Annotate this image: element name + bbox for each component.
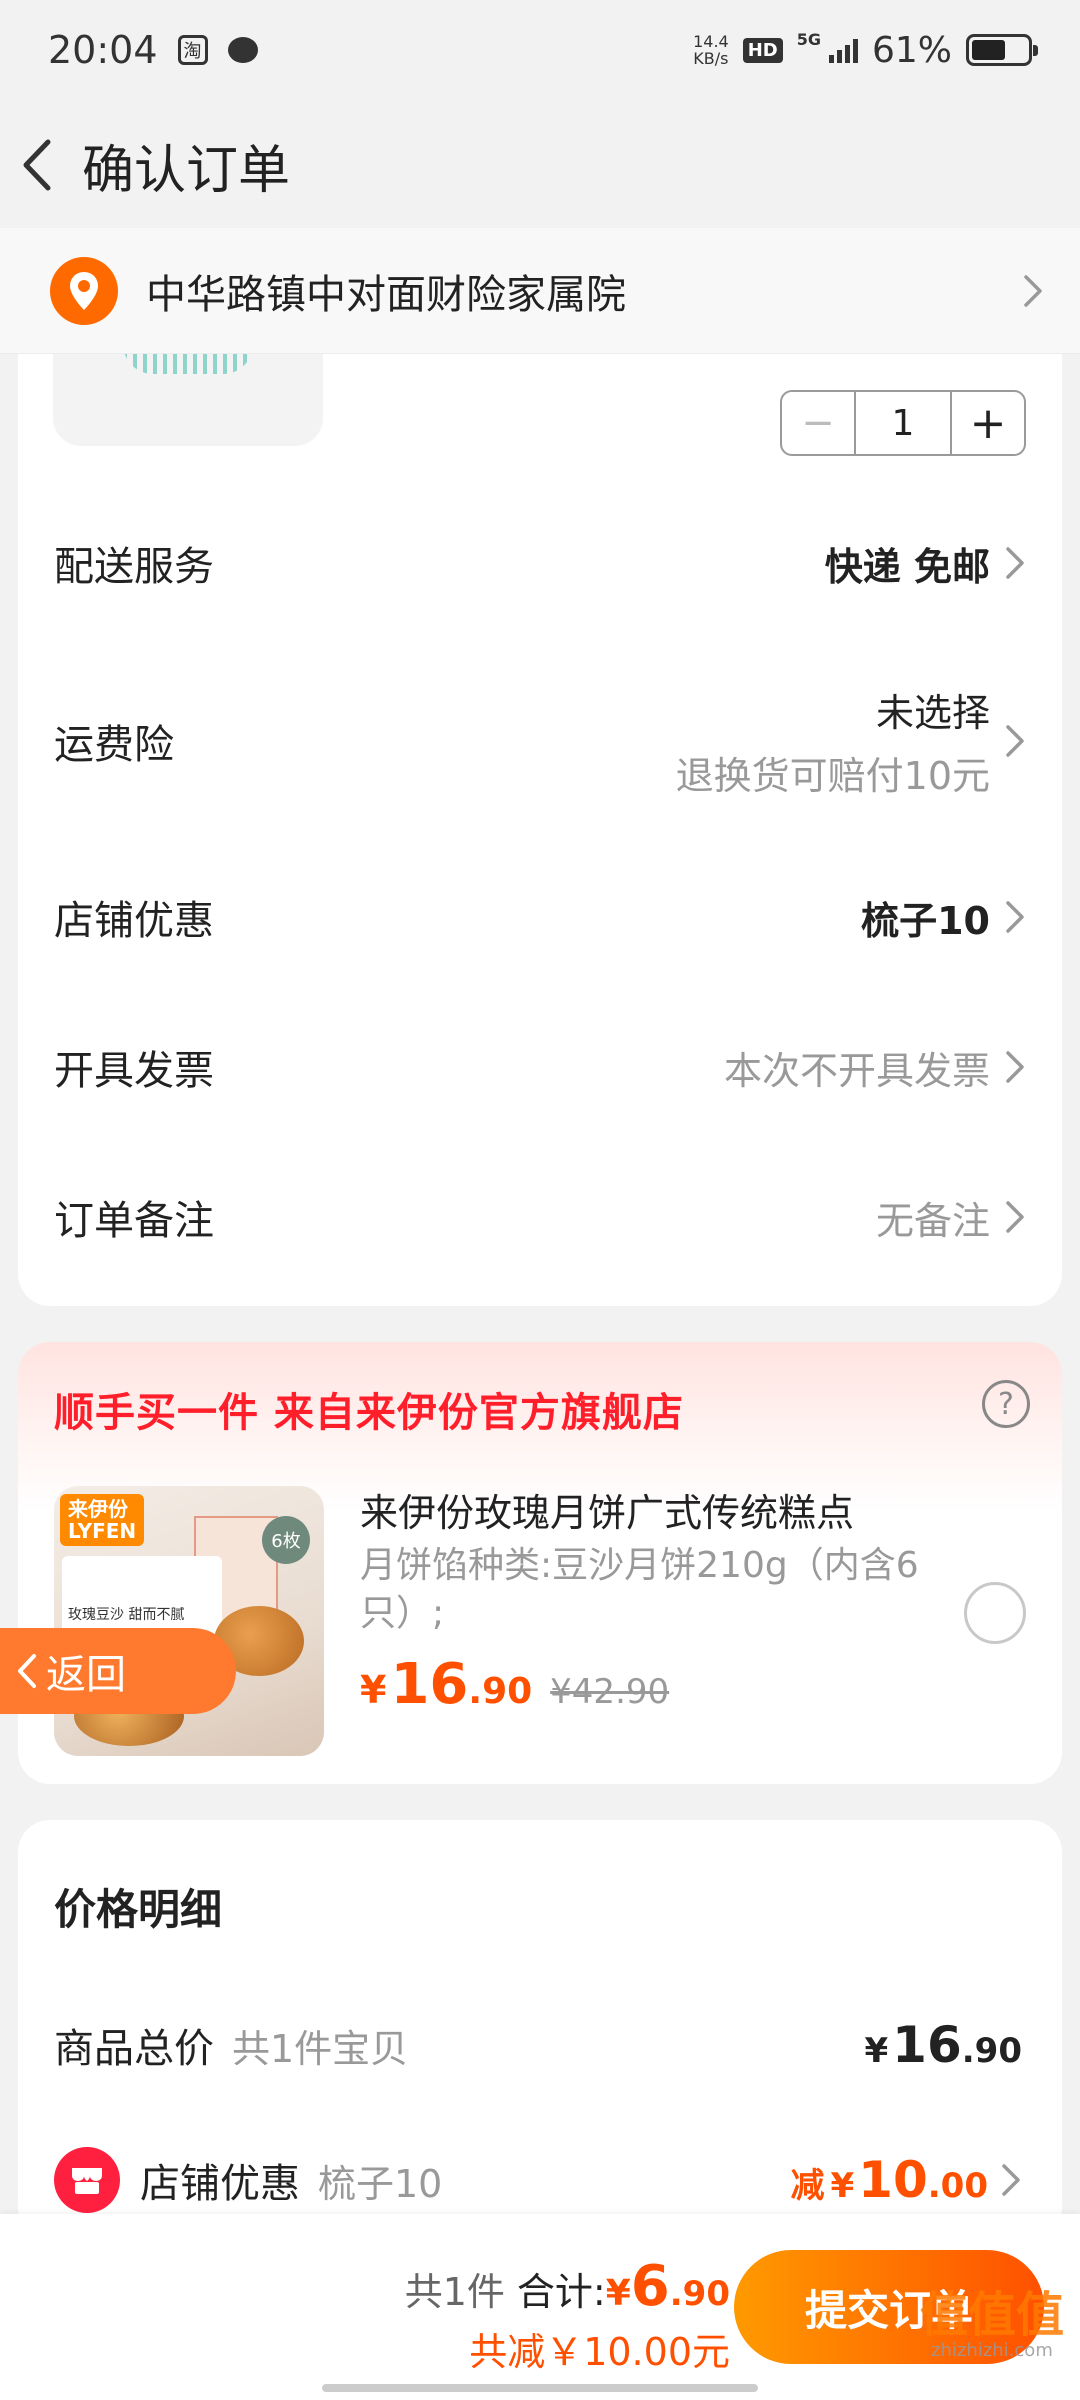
row-value: 本次不开具发票: [723, 1048, 990, 1093]
row-subtext: 退换货可赔付10元: [675, 754, 990, 798]
increase-button[interactable]: +: [952, 392, 1024, 454]
add-on-promo-card: 顺手买一件 来自来伊份官方旗舰店 ? 来伊份 LYFEN 玫瑰豆沙 甜而不腻 6…: [18, 1342, 1062, 1784]
watermark-text: 值值值: [919, 2287, 1064, 2343]
message-notification-icon: [227, 37, 258, 63]
address-text: 中华路镇中对面财险家属院: [146, 271, 626, 318]
count-badge: 6枚: [262, 1516, 310, 1564]
row-value: 快递 免邮: [824, 544, 990, 589]
amount-decimal: .00: [927, 2166, 988, 2206]
delivery-service-row[interactable]: 配送服务 快递 免邮: [54, 528, 1026, 598]
home-indicator[interactable]: [322, 2384, 758, 2392]
help-icon[interactable]: ?: [982, 1380, 1030, 1428]
goods-count: 共1件宝贝: [232, 2026, 409, 2071]
goods-total-amount: ¥ 16 .90: [865, 2016, 1023, 2074]
amount-decimal: .90: [961, 2031, 1022, 2071]
store-discount-row[interactable]: 店铺优惠 梳子10: [54, 882, 1026, 952]
promo-price: ¥ 16 .90 ¥42.90: [360, 1652, 669, 1717]
invoice-row[interactable]: 开具发票 本次不开具发票: [54, 1032, 1026, 1102]
watermark-logo: 值值值 zhizhizhi.com: [920, 2290, 1064, 2362]
price-decimal: .90: [468, 1671, 533, 1712]
order-summary: 共1件 合计: ¥ 6 .90 共减￥10.00元: [405, 2254, 730, 2376]
chevron-right-icon: [1002, 2164, 1020, 2196]
store-discount-detail-row[interactable]: 店铺优惠 梳子10 减 ¥ 10 .00: [54, 2142, 1022, 2218]
chevron-right-icon: [1006, 725, 1024, 757]
location-pin-icon: [50, 256, 118, 325]
row-label: 店铺优惠: [54, 898, 214, 944]
row-value: 未选择: [875, 691, 990, 735]
hd-icon: HD: [742, 37, 783, 63]
store-icon: [54, 2147, 120, 2213]
signal-icon: [828, 37, 858, 63]
item-count: 共1件: [404, 2270, 505, 2314]
status-time: 20:04: [48, 28, 158, 72]
store-discount-coupon: 梳子10: [318, 2161, 443, 2206]
quantity-value[interactable]: 1: [854, 392, 952, 454]
original-price: ¥42.90: [550, 1672, 670, 1712]
amount-integer: 16: [892, 2016, 962, 2074]
promo-product-name[interactable]: 来伊份玫瑰月饼广式传统糕点: [360, 1482, 854, 1537]
store-discount-label: 店铺优惠: [140, 2161, 300, 2207]
discount-prefix: 减: [790, 2166, 825, 2206]
add-on-select-radio[interactable]: [964, 1582, 1026, 1644]
currency-symbol: ¥: [360, 1668, 387, 1712]
row-label: 运费险: [54, 722, 174, 768]
address-bar[interactable]: 中华路镇中对面财险家属院: [0, 228, 1080, 354]
row-label: 订单备注: [54, 1198, 214, 1244]
currency-symbol: ¥: [830, 2166, 855, 2206]
chevron-right-icon: [1024, 274, 1042, 307]
status-bar: 20:04 淘 14.4 KB/s HD 5G 61%: [0, 0, 1080, 100]
chevron-right-icon: [1006, 547, 1024, 579]
network-speed: 14.4 KB/s: [693, 33, 729, 67]
row-label: 开具发票: [54, 1048, 214, 1094]
floating-back-button[interactable]: 返回: [0, 1628, 236, 1714]
promo-product-image[interactable]: 来伊份 LYFEN 玫瑰豆沙 甜而不腻 6枚: [54, 1486, 324, 1756]
amount-integer: 10: [858, 2151, 928, 2209]
price-detail-card: 价格明细 商品总价 共1件宝贝 ¥ 16 .90 店铺优惠 梳子10 减 ¥ 1…: [18, 1820, 1062, 2240]
order-note-row[interactable]: 订单备注 无备注: [54, 1182, 1026, 1252]
battery-icon: [966, 34, 1038, 66]
total-label: 合计:: [516, 2270, 606, 2314]
chevron-left-icon[interactable]: [14, 135, 60, 195]
quantity-stepper: − 1 +: [780, 390, 1026, 456]
product-thumbnail[interactable]: [53, 340, 323, 446]
decrease-button[interactable]: −: [782, 392, 854, 454]
total-discount: 共减￥10.00元: [469, 2330, 730, 2374]
price-integer: 16: [390, 1652, 469, 1717]
chevron-right-icon: [1006, 1201, 1024, 1233]
checkout-bar: 共1件 合计: ¥ 6 .90 共减￥10.00元 提交订单: [0, 2214, 1080, 2400]
speed-value: 14.4: [693, 32, 729, 51]
floating-back-label: 返回: [46, 1652, 126, 1698]
page-title: 确认订单: [82, 140, 291, 201]
watermark-site: zhizhizhi.com: [931, 2340, 1053, 2361]
store-discount-amount: 减 ¥ 10 .00: [791, 2151, 989, 2209]
brand-logo: 来伊份 LYFEN: [60, 1494, 145, 1546]
order-options-card: − 1 + 配送服务 快递 免邮 运费险 未选择 退换货可赔付10元 店铺优惠 …: [18, 340, 1062, 1306]
chevron-right-icon: [1006, 901, 1024, 933]
amount-decimal: .90: [669, 2274, 730, 2314]
price-detail-title: 价格明细: [54, 1885, 223, 1934]
goods-total-row: 商品总价 共1件宝贝 ¥ 16 .90: [54, 2010, 1022, 2080]
chevron-left-icon: [18, 1654, 36, 1688]
page-header: 确认订单: [0, 100, 1080, 230]
currency-symbol: ¥: [605, 2273, 631, 2314]
row-value: 无备注: [875, 1198, 990, 1243]
shipping-insurance-row[interactable]: 运费险 未选择 退换货可赔付10元: [54, 686, 1026, 798]
amount-integer: 6: [630, 2254, 670, 2319]
network-type: 5G: [796, 29, 821, 49]
total-amount: ¥ 6 .90: [606, 2254, 730, 2319]
promo-product-spec: 月饼馅种类:豆沙月饼210g（内含6只）;: [360, 1545, 919, 1634]
speed-unit: KB/s: [693, 49, 729, 68]
row-value: 梳子10: [861, 898, 990, 943]
promo-title: 顺手买一件 来自来伊份官方旗舰店: [54, 1390, 684, 1436]
taobao-notification-icon: 淘: [177, 35, 208, 65]
goods-total-label: 商品总价: [54, 2026, 214, 2072]
row-label: 配送服务: [54, 544, 214, 590]
battery-percent: 61%: [871, 29, 952, 71]
currency-symbol: ¥: [864, 2031, 889, 2071]
chevron-right-icon: [1006, 1051, 1024, 1083]
